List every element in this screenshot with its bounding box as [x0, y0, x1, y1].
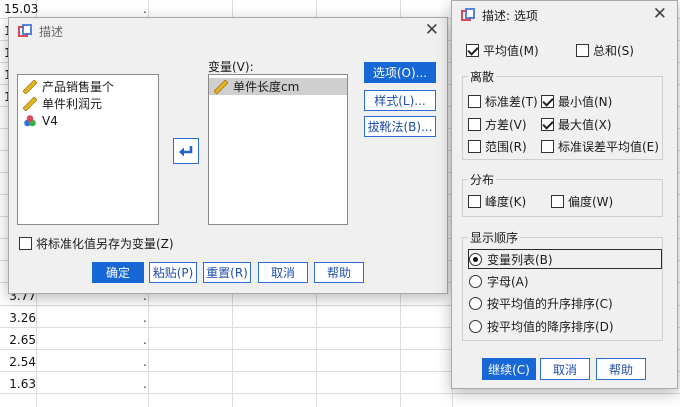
sheet-cell[interactable]: 3.26 — [0, 311, 36, 325]
radio-button[interactable] — [469, 252, 482, 266]
variable-list-radio[interactable]: 变量列表(B) — [468, 249, 662, 269]
group-title: 离散 — [468, 68, 497, 85]
target-list-label: 变量(V): — [208, 60, 254, 74]
source-variable-list[interactable]: 产品销售量个 单件利润元 V4 — [17, 74, 159, 225]
group-title: 显示顺序 — [468, 229, 521, 246]
variable-label: 单件利润元 — [42, 97, 103, 111]
move-variable-button[interactable] — [173, 138, 199, 164]
se-mean-checkbox[interactable]: 标准误差平均值(E) — [541, 138, 659, 155]
variable-label: 产品销售量个 — [42, 80, 115, 94]
checkbox-box[interactable] — [468, 140, 481, 153]
list-item[interactable]: V4 — [18, 112, 158, 129]
checkbox-box[interactable] — [541, 140, 554, 153]
radio-button[interactable] — [469, 297, 482, 310]
radio-label: 字母(A) — [487, 275, 529, 289]
sheet-cell-dot[interactable]: . — [143, 377, 147, 391]
sheet-cell-dot[interactable]: . — [143, 2, 147, 16]
variance-checkbox[interactable]: 方差(V) — [468, 116, 527, 133]
range-checkbox[interactable]: 范围(R) — [468, 138, 527, 155]
list-item[interactable]: 产品销售量个 — [18, 78, 158, 95]
checkbox-label: 偏度(W) — [568, 195, 614, 209]
ascending-mean-radio[interactable]: 按平均值的升序排序(C) — [469, 295, 613, 312]
minimum-checkbox[interactable]: 最小值(N) — [541, 93, 612, 110]
sheet-cell-dot[interactable]: . — [143, 311, 147, 325]
ruler-icon — [23, 79, 37, 94]
variable-label: V4 — [42, 113, 58, 128]
checkbox-label: 总和(S) — [593, 44, 634, 58]
checkbox-label: 峰度(K) — [485, 195, 527, 209]
variable-label: 单件长度cm — [233, 80, 300, 94]
ruler-icon — [23, 96, 37, 111]
radio-button[interactable] — [469, 320, 482, 333]
checkbox-box[interactable] — [466, 44, 479, 57]
save-standardized-checkbox[interactable]: 将标准化值另存为变量(Z) — [19, 235, 174, 252]
alphabetic-radio[interactable]: 字母(A) — [469, 273, 529, 290]
grid-line — [0, 393, 680, 394]
checkbox-label: 标准差(T) — [485, 95, 538, 109]
checkbox-label: 最大值(X) — [558, 118, 612, 132]
dialog-title: 描述: 选项 — [482, 8, 538, 23]
checkbox-box[interactable] — [576, 44, 589, 57]
options-button[interactable]: 选项(O)... — [364, 62, 436, 83]
close-icon[interactable]: ✕ — [653, 5, 667, 23]
checkbox-box[interactable] — [468, 118, 481, 131]
stddev-checkbox[interactable]: 标准差(T) — [468, 93, 538, 110]
arrow-left-icon — [179, 146, 193, 157]
sheet-cell[interactable]: 1.63 — [0, 377, 36, 391]
options-dialog: 描述: 选项 ✕ 平均值(M) 总和(S) 离散 标准差(T) 最小值(N) 方… — [451, 0, 678, 389]
close-icon[interactable]: ✕ — [425, 21, 439, 39]
checkbox-label: 范围(R) — [485, 140, 527, 154]
sheet-cell-dot[interactable]: . — [143, 333, 147, 347]
skewness-checkbox[interactable]: 偏度(W) — [551, 193, 613, 210]
style-button[interactable]: 样式(L)... — [364, 90, 436, 111]
spss-app-icon — [460, 7, 476, 23]
maximum-checkbox[interactable]: 最大值(X) — [541, 116, 612, 133]
bootstrap-button[interactable]: 拔靴法(B)... — [364, 116, 436, 137]
nominal-icon — [24, 114, 36, 126]
group-title: 分布 — [468, 171, 497, 188]
paste-button[interactable]: 粘贴(P) — [149, 262, 197, 283]
sheet-cell[interactable]: 2.54 — [0, 355, 36, 369]
radio-label: 变量列表(B) — [487, 252, 553, 267]
ruler-icon — [214, 79, 228, 94]
checkbox-label: 平均值(M) — [483, 44, 539, 58]
list-item[interactable]: 单件长度cm — [209, 78, 347, 95]
checkbox-label: 最小值(N) — [558, 95, 613, 109]
target-variable-list[interactable]: 单件长度cm — [208, 74, 348, 225]
checkbox-label: 标准误差平均值(E) — [558, 140, 659, 154]
describe-titlebar[interactable]: 描述 ✕ — [9, 18, 447, 44]
help-button[interactable]: 帮助 — [596, 358, 646, 380]
continue-button[interactable]: 继续(C) — [482, 358, 536, 380]
sheet-cell[interactable]: 2.65 — [0, 333, 36, 347]
descending-mean-radio[interactable]: 按平均值的降序排序(D) — [469, 318, 614, 335]
sheet-cell[interactable]: 15.03 — [4, 2, 40, 16]
cancel-button[interactable]: 取消 — [540, 358, 590, 380]
checkbox-label: 将标准化值另存为变量(Z) — [36, 237, 174, 251]
ok-button[interactable]: 确定 — [92, 262, 144, 283]
checkbox-box[interactable] — [19, 237, 32, 250]
reset-button[interactable]: 重置(R) — [203, 262, 251, 283]
checkbox-box[interactable] — [541, 118, 554, 131]
spss-app-icon — [17, 23, 33, 39]
describe-dialog: 描述 ✕ 产品销售量个 单件利润元 V4 变量(V): 单件长度cm 选项(O)… — [8, 17, 448, 294]
radio-label: 按平均值的降序排序(D) — [487, 320, 614, 334]
help-button[interactable]: 帮助 — [314, 262, 364, 283]
checkbox-box[interactable] — [468, 95, 481, 108]
checkbox-box[interactable] — [541, 95, 554, 108]
checkbox-label: 方差(V) — [485, 118, 527, 132]
sheet-cell-dot[interactable]: . — [143, 355, 147, 369]
list-item[interactable]: 单件利润元 — [18, 95, 158, 112]
checkbox-box[interactable] — [551, 195, 564, 208]
options-titlebar[interactable]: 描述: 选项 ✕ — [452, 1, 677, 29]
radio-button[interactable] — [469, 275, 482, 288]
checkbox-box[interactable] — [468, 195, 481, 208]
kurtosis-checkbox[interactable]: 峰度(K) — [468, 193, 526, 210]
cancel-button[interactable]: 取消 — [258, 262, 308, 283]
radio-label: 按平均值的升序排序(C) — [487, 297, 613, 311]
dialog-title: 描述 — [39, 24, 64, 39]
sum-checkbox[interactable]: 总和(S) — [576, 42, 634, 59]
mean-checkbox[interactable]: 平均值(M) — [466, 42, 539, 59]
